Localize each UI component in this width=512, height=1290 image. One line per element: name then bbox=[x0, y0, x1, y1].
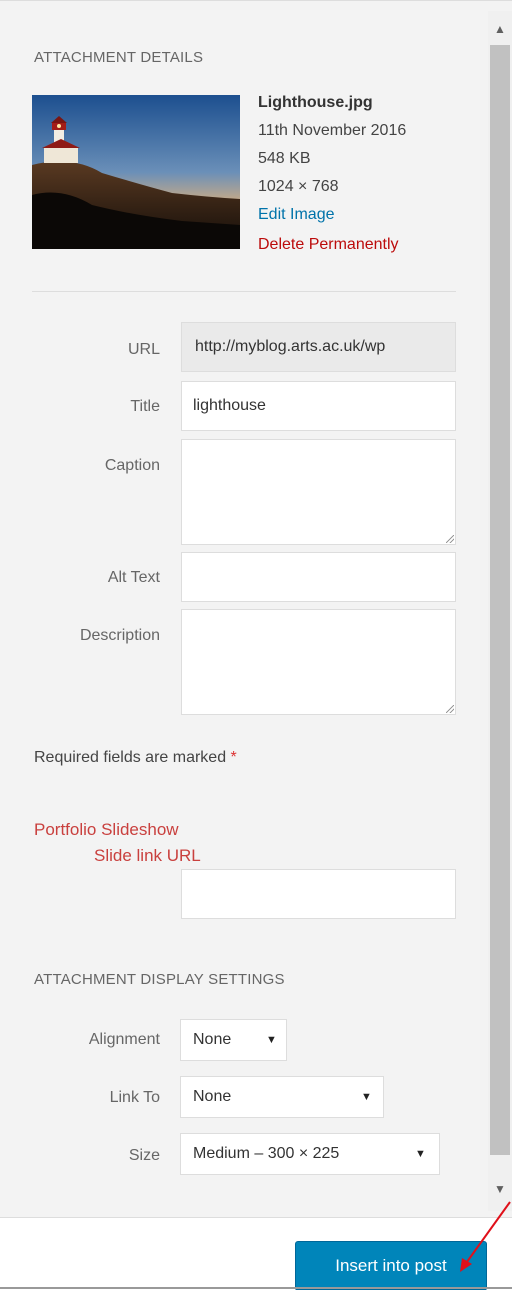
delete-permanently-link[interactable]: Delete Permanently bbox=[258, 233, 399, 257]
chevron-down-icon: ▼ bbox=[266, 1034, 277, 1046]
alignment-select[interactable]: None ▼ bbox=[180, 1019, 287, 1061]
link-to-select[interactable]: None ▼ bbox=[180, 1076, 384, 1118]
attachment-dimensions: 1024 × 768 bbox=[258, 178, 339, 195]
link-to-select-value: None bbox=[193, 1088, 232, 1105]
alignment-select-value: None bbox=[193, 1031, 232, 1048]
portfolio-slideshow-label: Portfolio Slideshow bbox=[34, 820, 179, 839]
attachment-filename: Lighthouse.jpg bbox=[258, 94, 373, 111]
required-fields-note: Required fields are marked * bbox=[34, 749, 237, 767]
link-to-label: Link To bbox=[109, 1089, 160, 1106]
attachment-date: 11th November 2016 bbox=[258, 122, 407, 139]
description-label: Description bbox=[79, 627, 160, 644]
slide-link-url-input[interactable] bbox=[181, 869, 456, 919]
annotation-arrow-icon bbox=[460, 1201, 511, 1272]
attachment-thumbnail[interactable] bbox=[32, 95, 240, 249]
edit-image-link[interactable]: Edit Image bbox=[258, 203, 334, 227]
title-label: Title bbox=[130, 398, 160, 415]
details-divider bbox=[32, 291, 456, 292]
title-input[interactable]: lighthouse bbox=[181, 381, 456, 431]
alt-text-input[interactable] bbox=[181, 552, 456, 602]
slide-link-url-label: Slide link URL bbox=[94, 846, 201, 865]
panel-scrollbar[interactable]: ▲ ▼ bbox=[488, 11, 512, 1211]
alt-text-label: Alt Text bbox=[107, 569, 160, 586]
required-star: * bbox=[230, 749, 237, 766]
media-toolbar-footer: Insert into post bbox=[0, 1217, 512, 1290]
description-textarea[interactable] bbox=[181, 609, 456, 715]
chevron-down-icon: ▼ bbox=[361, 1091, 372, 1103]
display-settings-heading: ATTACHMENT DISPLAY SETTINGS bbox=[34, 971, 285, 988]
attachment-details-heading: ATTACHMENT DETAILS bbox=[34, 49, 204, 66]
scroll-thumb[interactable] bbox=[490, 45, 510, 1155]
caption-label: Caption bbox=[104, 457, 160, 474]
size-label: Size bbox=[128, 1147, 160, 1164]
scroll-up-icon[interactable]: ▲ bbox=[488, 11, 512, 47]
url-label: URL bbox=[127, 341, 160, 358]
attachment-file-size: 548 KB bbox=[258, 150, 311, 167]
size-select[interactable]: Medium – 300 × 225 ▼ bbox=[180, 1133, 440, 1175]
alignment-label: Alignment bbox=[88, 1031, 160, 1048]
size-select-value: Medium – 300 × 225 bbox=[193, 1145, 340, 1162]
chevron-down-icon: ▼ bbox=[415, 1148, 426, 1160]
attachment-details-panel: ▲ ▼ ATTACHMENT DETAILS Lighthouse.jpg 11… bbox=[0, 0, 512, 1217]
caption-textarea[interactable] bbox=[181, 439, 456, 545]
url-field[interactable]: http://myblog.arts.ac.uk/wp bbox=[181, 322, 456, 372]
required-note-text: Required fields are marked bbox=[34, 749, 231, 766]
